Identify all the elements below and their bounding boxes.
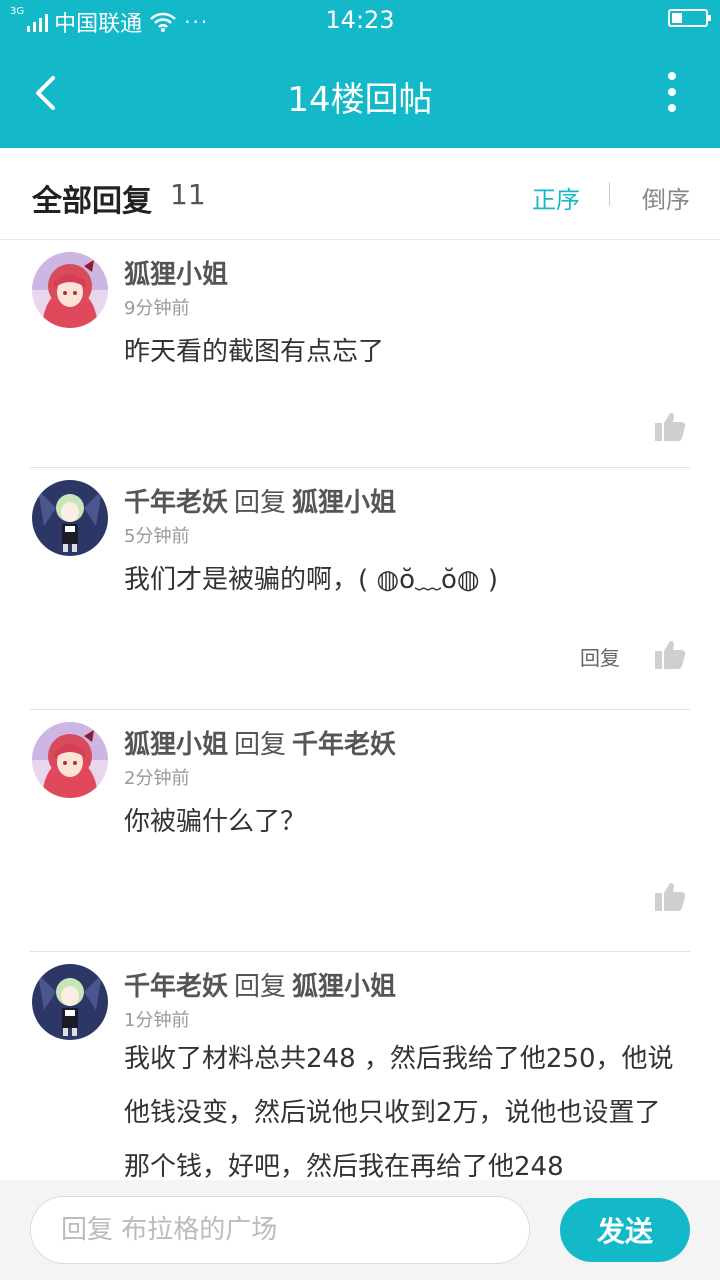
thumbs-up-icon[interactable] [654,638,686,670]
reply-header: 千年老妖 回复 狐狸小姐 [124,966,396,1003]
author-name[interactable]: 千年老妖 [124,488,228,518]
reply-header: 狐狸小姐 [124,254,240,291]
reply-content: 我们才是被骗的啊，( ◍ŏ﹏ŏ◍ ) [124,565,499,595]
reply-item: 狐狸小姐 9分钟前 昨天看的截图有点忘了 [0,240,720,468]
reply-content: 昨天看的截图有点忘了 [124,337,385,367]
status-time: 14:23 [325,6,395,34]
reply-content: 我收了材料总共248 ，然后我给了他250，他说他钱没变，然后说他只收到2万，说… [124,1044,674,1180]
author-name[interactable]: 狐狸小姐 [124,730,228,760]
reply-count: 11 [170,178,206,211]
reply-time: 5分钟前 [124,526,190,547]
reply-button[interactable]: 回复 [580,642,620,671]
avatar[interactable] [32,964,108,1040]
reply-input[interactable] [30,1196,530,1264]
avatar[interactable] [32,252,108,328]
top-bar: 3G 中国联通 ··· 14:23 14楼回帖 [0,0,720,148]
status-bar: 3G 中国联通 ··· 14:23 [0,0,720,40]
thumbs-up-icon[interactable] [654,410,686,442]
reply-item: 千年老妖 回复 狐狸小姐 5分钟前 我们才是被骗的啊，( ◍ŏ﹏ŏ◍ ) 回复 [0,468,720,710]
sort-bar: 全部回复 11 正序 倒序 [0,148,720,240]
author-name[interactable]: 狐狸小姐 [124,260,228,290]
avatar[interactable] [32,480,108,556]
reply-item: 千年老妖 回复 狐狸小姐 1分钟前 我收了材料总共248 ，然后我给了他250，他说… [0,952,720,1180]
reply-item: 狐狸小姐 回复 千年老妖 2分钟前 你被骗什么了？ [0,710,720,952]
reply-header: 狐狸小姐 回复 千年老妖 [124,724,396,761]
avatar-red-hair-icon [32,252,108,328]
avatar-red-hair-icon [32,722,108,798]
thumbs-up-icon[interactable] [654,880,686,912]
reply-time: 1分钟前 [124,1010,190,1031]
all-replies-title: 全部回复 [32,184,152,219]
avatar-green-hair-icon [32,964,108,1040]
reply-time: 9分钟前 [124,298,190,319]
dot-icon [668,72,676,80]
dot-icon [668,88,676,96]
more-menu-button[interactable] [660,72,684,112]
sort-descending-tab[interactable]: 倒序 [642,180,690,215]
author-name[interactable]: 千年老妖 [124,972,228,1002]
reply-list[interactable]: 狐狸小姐 9分钟前 昨天看的截图有点忘了 千年老妖 回复 狐狸小姐 5分钟前 我… [0,240,720,1180]
sort-ascending-tab[interactable]: 正序 [532,180,580,215]
reply-word: 回复 [234,488,287,518]
send-button[interactable]: 发送 [560,1198,690,1262]
reply-composer: 发送 [0,1180,720,1280]
target-name[interactable]: 狐狸小姐 [292,488,396,518]
target-name[interactable]: 狐狸小姐 [292,972,396,1002]
avatar-green-hair-icon [32,480,108,556]
avatar[interactable] [32,722,108,798]
reply-content: 你被骗什么了？ [124,807,307,837]
battery-icon [668,9,711,27]
reply-time: 2分钟前 [124,768,190,789]
reply-header: 千年老妖 回复 狐狸小姐 [124,482,396,519]
reply-word: 回复 [234,972,287,1002]
dot-icon [668,104,676,112]
sort-divider [609,182,610,206]
reply-word: 回复 [234,730,287,760]
target-name[interactable]: 千年老妖 [292,730,396,760]
page-title: 14楼回帖 [287,80,433,120]
